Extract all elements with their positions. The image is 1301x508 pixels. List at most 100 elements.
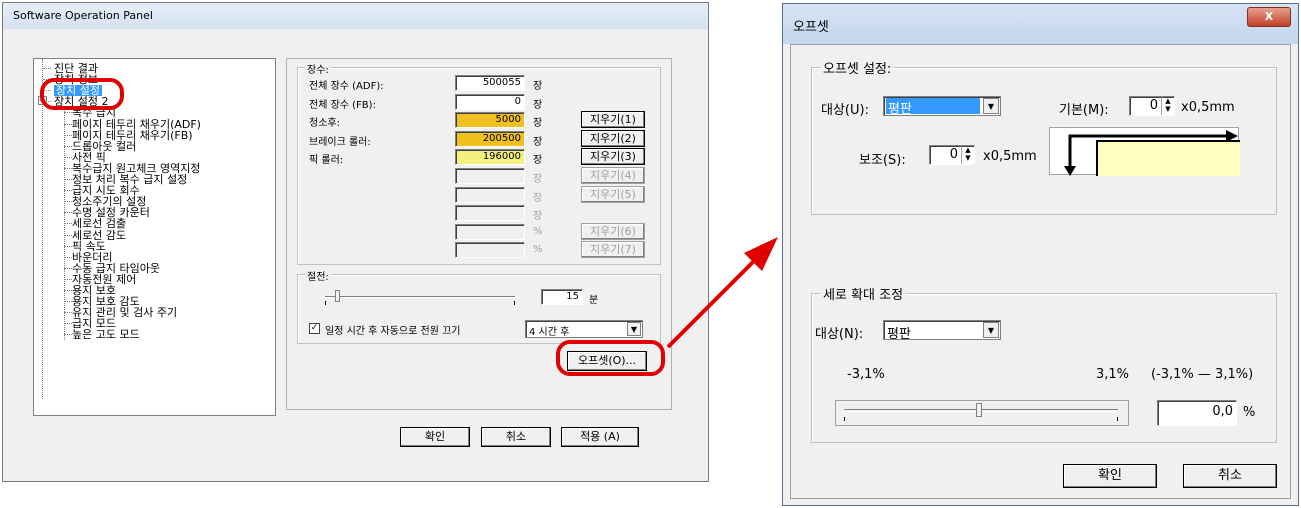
- clear-counter-button[interactable]: 지우기(3): [581, 148, 645, 166]
- counter-value: [455, 205, 525, 222]
- chevron-down-icon: ▼: [983, 322, 999, 338]
- close-icon[interactable]: X: [1247, 7, 1291, 27]
- tree-line: [42, 59, 43, 399]
- dialog-ok-button[interactable]: 확인: [1063, 464, 1157, 488]
- base-spinner[interactable]: ▲ ▼: [1161, 97, 1174, 115]
- base-label: 기본(M):: [1059, 103, 1109, 118]
- counter-unit: 장: [533, 155, 543, 167]
- dialog-cancel-button[interactable]: 취소: [1183, 464, 1277, 488]
- settings-tree[interactable]: 진단 결과 장치 정보 장치 설정 장치 설정 2 복수 급지 페이지 테두리 채우기(A…: [33, 58, 276, 416]
- tree-connector: [64, 234, 72, 236]
- tree-connector: [64, 290, 72, 291]
- sub-unit: x0,5mm: [983, 149, 1037, 164]
- clear-counter-button[interactable]: 지우기(6): [581, 222, 645, 240]
- sub-value: 0: [949, 147, 958, 162]
- dialog-body: 오프셋 설정: 대상(U): 평판 ▼ 기본(M): 0 ▲ ▼ x0,5mm 보…: [790, 44, 1291, 499]
- clear-counter-button[interactable]: 지우기(7): [581, 241, 645, 259]
- tree-item[interactable]: 페이지 테두리 채우기(ADF): [72, 119, 201, 130]
- target2-label: 대상(N):: [815, 327, 864, 342]
- counter-label: 전체 장수 (ADF):: [309, 81, 384, 92]
- counter-value: 200500: [455, 130, 525, 147]
- chevron-down-icon: ▼: [983, 98, 999, 114]
- counter-value: [455, 168, 525, 184]
- auto-off-value: 4 시간 후: [529, 327, 570, 338]
- counter-value: 196000: [455, 149, 525, 166]
- offset-preview: [1049, 127, 1240, 176]
- counter-value: [455, 242, 525, 259]
- counter-unit: %: [533, 244, 543, 256]
- tree-connector: [64, 145, 72, 147]
- slider-tick-max: [514, 301, 515, 305]
- tree-connector: [64, 301, 72, 303]
- dialog-title: 오프셋: [793, 20, 829, 35]
- tree-item[interactable]: 페이지 테두리 채우기(FB): [72, 130, 193, 141]
- ok-button[interactable]: 확인: [400, 427, 470, 447]
- power-group-label: 절전:: [305, 268, 331, 283]
- dialog-titlebar: 오프셋 X: [783, 4, 1298, 44]
- counter-value: [455, 186, 525, 203]
- power-minutes-field[interactable]: 15: [541, 289, 583, 305]
- counter-label: 전체 장수 (FB):: [309, 99, 376, 111]
- tree-connector: [64, 334, 72, 336]
- offset-settings-group-label: 오프셋 설정:: [821, 58, 894, 77]
- auto-off-checkbox[interactable]: ✓: [309, 323, 320, 334]
- tree-connector: [64, 201, 72, 203]
- tree-connector: [64, 278, 72, 280]
- target-select[interactable]: 평판 ▼: [883, 96, 1001, 117]
- tree-connector: [64, 312, 72, 314]
- target2-value: 평판: [887, 327, 911, 342]
- callout-ring-device-settings: [40, 78, 124, 110]
- tree-connector: [64, 156, 72, 158]
- clear-counter-button[interactable]: 지우기(2): [581, 129, 645, 147]
- counter-unit: 장: [533, 136, 543, 148]
- scale-unit: %: [1243, 405, 1256, 420]
- counter-unit: 장: [533, 174, 543, 185]
- tree-connector: [64, 323, 72, 325]
- apply-button[interactable]: 적용 (A): [561, 427, 639, 447]
- target-value: 평판: [886, 98, 980, 117]
- scale-max-label: 3,1%: [1096, 367, 1130, 382]
- scale-slider-thumb[interactable]: [976, 403, 982, 417]
- scale-tick-max: [1117, 417, 1118, 421]
- tree-line: [64, 107, 65, 341]
- power-slider-track[interactable]: [325, 296, 515, 298]
- tree-item[interactable]: 세로선 검출: [72, 218, 126, 229]
- counter-unit: 장: [533, 99, 543, 111]
- tree-connector: [64, 245, 72, 247]
- scale-min-label: -3,1%: [847, 367, 885, 382]
- counter-unit: 장: [533, 211, 543, 223]
- tree-connector: [43, 68, 51, 69]
- window-title: Software Operation Panel: [3, 3, 708, 29]
- sub-spinner[interactable]: ▲ ▼: [961, 146, 974, 164]
- counter-unit: 장: [533, 81, 543, 92]
- target-label: 대상(U):: [821, 103, 869, 118]
- clear-counter-button[interactable]: 지우기(4): [581, 167, 645, 184]
- scale-slider[interactable]: [835, 400, 1129, 426]
- auto-off-label: 일정 시간 후 자동으로 전원 끄기: [325, 326, 461, 337]
- auto-off-select[interactable]: 4 시간 후 ▼: [525, 320, 643, 338]
- tree-item[interactable]: 높은 고도 모드: [72, 329, 140, 340]
- clear-counter-button[interactable]: 지우기(1): [581, 111, 645, 129]
- tree-connector: [64, 256, 72, 258]
- slider-tick-min: [325, 301, 326, 305]
- base-value: 0: [1149, 98, 1158, 113]
- target2-select[interactable]: 평판 ▼: [883, 320, 1001, 342]
- tree-connector: [64, 167, 72, 169]
- cancel-button[interactable]: 취소: [481, 427, 551, 447]
- tree-connector: [64, 212, 72, 214]
- chevron-down-icon: ▼: [627, 322, 641, 336]
- counter-label: 픽 롤러:: [309, 155, 344, 167]
- offset-arrow-icon: [1064, 130, 1238, 176]
- callout-ring-offset-button: [556, 340, 665, 376]
- scale-value-field[interactable]: 0,0: [1157, 400, 1237, 426]
- tree-connector: [64, 223, 72, 225]
- tree-item[interactable]: 세로선 감도: [72, 230, 126, 241]
- power-minutes-unit: 분: [589, 295, 599, 306]
- counter-value: 0: [455, 93, 525, 110]
- clear-counter-button[interactable]: 지우기(5): [581, 185, 645, 203]
- counts-group-label: 장수:: [305, 61, 331, 76]
- power-slider-thumb[interactable]: [335, 290, 340, 302]
- base-unit: x0,5mm: [1181, 100, 1235, 115]
- counter-value: [455, 223, 525, 240]
- tree-item[interactable]: 픽 속도: [72, 241, 106, 252]
